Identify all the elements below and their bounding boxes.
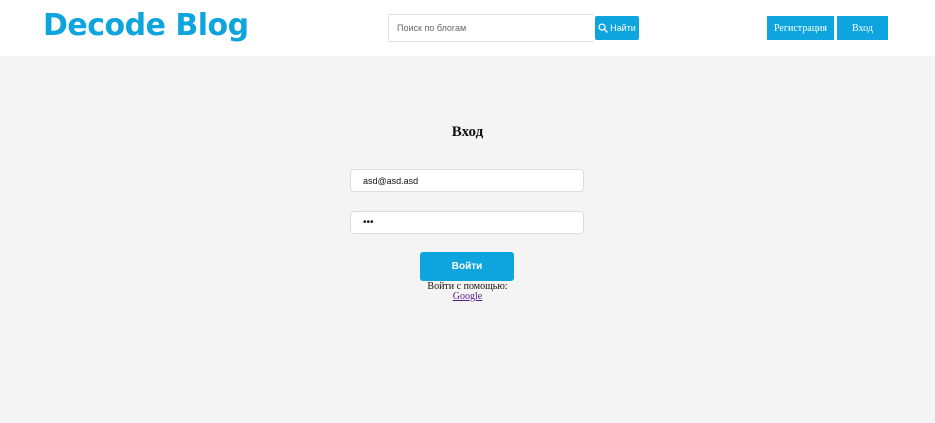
login-nav-button[interactable]: Вход [837, 16, 888, 40]
search-button-label: Найти [610, 23, 636, 33]
search-icon [598, 23, 608, 33]
site-logo[interactable]: Decode Blog [43, 6, 249, 46]
password-field[interactable] [350, 211, 584, 234]
register-button[interactable]: Регистрация [767, 16, 834, 40]
search-bar: Найти [388, 14, 640, 42]
google-login-wrapper: Google [0, 291, 935, 302]
login-submit-button[interactable]: Войти [420, 252, 514, 281]
email-field[interactable] [350, 169, 584, 192]
google-login-link[interactable]: Google [453, 291, 482, 302]
site-header: Decode Blog Найти Регистрация Вход [0, 0, 935, 56]
search-input[interactable] [388, 14, 594, 42]
login-form-title: Вход [451, 124, 484, 140]
search-button[interactable]: Найти [595, 16, 639, 40]
